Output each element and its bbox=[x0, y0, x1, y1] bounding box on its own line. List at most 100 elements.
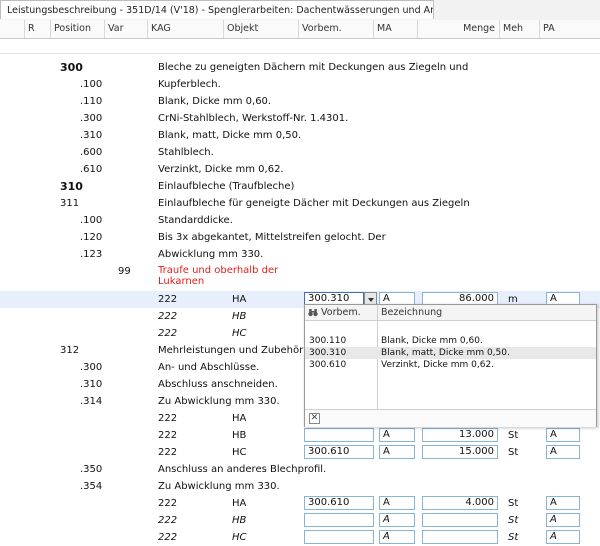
position-description: Abschluss anschneiden. bbox=[158, 379, 278, 390]
table-row[interactable]: .610 Verzinkt, Dicke mm 0,62. bbox=[0, 161, 600, 178]
col-ma[interactable]: MA bbox=[374, 20, 418, 38]
ma-input[interactable]: A bbox=[379, 530, 415, 544]
popup-list-item[interactable]: 300.110 Blank, Dicke mm 0,60. bbox=[305, 335, 596, 347]
table-row[interactable]: .110 Blank, Dicke mm 0,60. bbox=[0, 93, 600, 110]
col-pa[interactable]: PA bbox=[540, 20, 600, 38]
popup-item-text: Verzinkt, Dicke mm 0,62. bbox=[381, 360, 495, 370]
table-row[interactable]: 300 Bleche zu geneigten Dächern mit Decku… bbox=[0, 59, 600, 76]
popup-header: Vorbem. Bezeichnung bbox=[305, 305, 596, 321]
table-row[interactable]: 222 HB A 13.000 St A bbox=[0, 427, 600, 444]
ma-input[interactable]: A bbox=[379, 428, 415, 442]
position-number: .314 bbox=[80, 396, 103, 407]
close-icon[interactable]: ✕ bbox=[309, 413, 320, 424]
position-description: Anschluss an anderes Blechprofil. bbox=[158, 464, 327, 475]
binoculars-icon[interactable] bbox=[308, 308, 318, 317]
col-meh[interactable]: Meh bbox=[500, 20, 540, 38]
table-row[interactable]: 222 HB A St A bbox=[0, 512, 600, 529]
table-row[interactable]: .300 CrNi-Stahlblech, Werkstoff-Nr. 1.430… bbox=[0, 110, 600, 127]
menge-input[interactable]: 13.000 bbox=[422, 428, 498, 442]
kag-value: 222 bbox=[158, 515, 178, 526]
position-description: Blank, Dicke mm 0,60. bbox=[158, 96, 272, 107]
col-kag[interactable]: KAG bbox=[148, 20, 224, 38]
tab-leistungsbeschreibung[interactable]: Leistungsbeschreibung - 351D/14 (V'18) -… bbox=[0, 0, 434, 19]
col-menge[interactable]: Menge bbox=[418, 20, 500, 38]
ma-input[interactable]: A bbox=[379, 513, 415, 527]
table-row[interactable]: 222 HC A St A bbox=[0, 529, 600, 546]
position-description: Abwicklung mm 330. bbox=[158, 249, 264, 260]
position-number: .610 bbox=[80, 164, 103, 175]
menge-input[interactable]: 4.000 bbox=[422, 496, 498, 510]
menge-input[interactable] bbox=[422, 513, 498, 527]
position-number: 310 bbox=[60, 180, 83, 193]
dropdown-triangle bbox=[368, 298, 374, 302]
vorbem-input[interactable] bbox=[304, 530, 374, 544]
objekt-value: HC bbox=[232, 328, 247, 339]
ma-input[interactable]: A bbox=[379, 445, 415, 459]
col-objekt[interactable]: Objekt bbox=[224, 20, 299, 38]
position-description: Zu Abwicklung mm 330. bbox=[158, 481, 280, 492]
position-number: .350 bbox=[80, 464, 103, 475]
ma-input[interactable]: A bbox=[379, 496, 415, 510]
col-position[interactable]: Position bbox=[51, 20, 105, 38]
vorbem-input[interactable]: 300.610 bbox=[304, 445, 374, 459]
table-row[interactable]: 222 HC 300.610 A 15.000 St A bbox=[0, 444, 600, 461]
position-description: Mehrleistungen und Zubehör zu bbox=[158, 345, 318, 356]
tab-bar: Leistungsbeschreibung - 351D/14 (V'18) -… bbox=[0, 0, 600, 21]
pa-input[interactable]: A bbox=[546, 428, 580, 442]
popup-item-code: 300.610 bbox=[309, 360, 347, 370]
pa-input[interactable]: A bbox=[546, 530, 580, 544]
col-var[interactable]: Var bbox=[105, 20, 148, 38]
position-description: Einlaufbleche (Traufbleche) bbox=[158, 181, 295, 192]
variant-text-line2: Lukarnen bbox=[158, 276, 205, 287]
table-row[interactable]: .100 Standarddicke. bbox=[0, 212, 600, 229]
popup-item-text: Blank, Dicke mm 0,60. bbox=[381, 336, 483, 346]
popup-footer: ✕ bbox=[305, 409, 596, 427]
table-row[interactable]: 310 Einlaufbleche (Traufbleche) bbox=[0, 178, 600, 195]
table-row-variant[interactable]: 99 Traufe und oberhalb der Lukarnen bbox=[0, 263, 600, 289]
table-row[interactable]: .123 Abwicklung mm 330. bbox=[0, 246, 600, 263]
meh-value: St bbox=[508, 532, 519, 543]
table-row[interactable]: .100 Kupferblech. bbox=[0, 76, 600, 93]
kag-value: 222 bbox=[158, 532, 178, 543]
kag-value: 222 bbox=[158, 413, 178, 424]
objekt-value: HA bbox=[232, 498, 247, 509]
pa-input[interactable]: A bbox=[546, 445, 580, 459]
position-description: Stahlblech. bbox=[158, 147, 214, 158]
position-number: .310 bbox=[80, 379, 103, 390]
popup-list-item[interactable]: 300.310 Blank, matt, Dicke mm 0,50. bbox=[305, 347, 596, 359]
objekt-value: HC bbox=[232, 532, 247, 543]
table-row[interactable]: 311 Einlaufbleche für geneigte Dächer mit… bbox=[0, 195, 600, 212]
position-number: .100 bbox=[80, 215, 103, 226]
table-row[interactable]: .120 Bis 3x abgekantet, Mittelstreifen ge… bbox=[0, 229, 600, 246]
popup-item-code: 300.110 bbox=[309, 336, 347, 346]
table-row[interactable]: .310 Blank, matt, Dicke mm 0,50. bbox=[0, 127, 600, 144]
position-number: 312 bbox=[60, 345, 80, 356]
menge-input[interactable] bbox=[422, 530, 498, 544]
col-vorbem[interactable]: Vorbem. bbox=[299, 20, 374, 38]
meh-value: St bbox=[508, 498, 519, 509]
position-description: Verzinkt, Dicke mm 0,62. bbox=[158, 164, 284, 175]
objekt-value: HB bbox=[232, 430, 247, 441]
position-description: Einlaufbleche für geneigte Dächer mit De… bbox=[158, 198, 470, 209]
table-row[interactable]: .600 Stahlblech. bbox=[0, 144, 600, 161]
col-r[interactable]: R bbox=[25, 20, 51, 38]
vorbem-input[interactable]: 300.610 bbox=[304, 496, 374, 510]
popup-list-item[interactable]: 300.610 Verzinkt, Dicke mm 0,62. bbox=[305, 359, 596, 371]
variant-number: 99 bbox=[118, 266, 131, 277]
menge-input[interactable]: 15.000 bbox=[422, 445, 498, 459]
objekt-value: HC bbox=[232, 447, 247, 458]
popup-col-vorbem[interactable]: Vorbem. bbox=[321, 305, 361, 320]
table-row[interactable]: .350 Anschluss an anderes Blechprofil. bbox=[0, 461, 600, 478]
table-row[interactable]: .354 Zu Abwicklung mm 330. bbox=[0, 478, 600, 495]
vorbem-input[interactable] bbox=[304, 428, 374, 442]
position-description: Bleche zu geneigten Dächern mit Deckunge… bbox=[158, 62, 469, 73]
objekt-value: HA bbox=[232, 413, 247, 424]
vorbem-input[interactable] bbox=[304, 513, 374, 527]
table-row[interactable]: 222 HA 300.610 A 4.000 St A bbox=[0, 495, 600, 512]
popup-col-bezeichnung[interactable]: Bezeichnung bbox=[381, 305, 442, 320]
position-description: Standarddicke. bbox=[158, 215, 233, 226]
col-gutter bbox=[0, 20, 25, 38]
position-number: .600 bbox=[80, 147, 103, 158]
pa-input[interactable]: A bbox=[546, 496, 580, 510]
pa-input[interactable]: A bbox=[546, 513, 580, 527]
